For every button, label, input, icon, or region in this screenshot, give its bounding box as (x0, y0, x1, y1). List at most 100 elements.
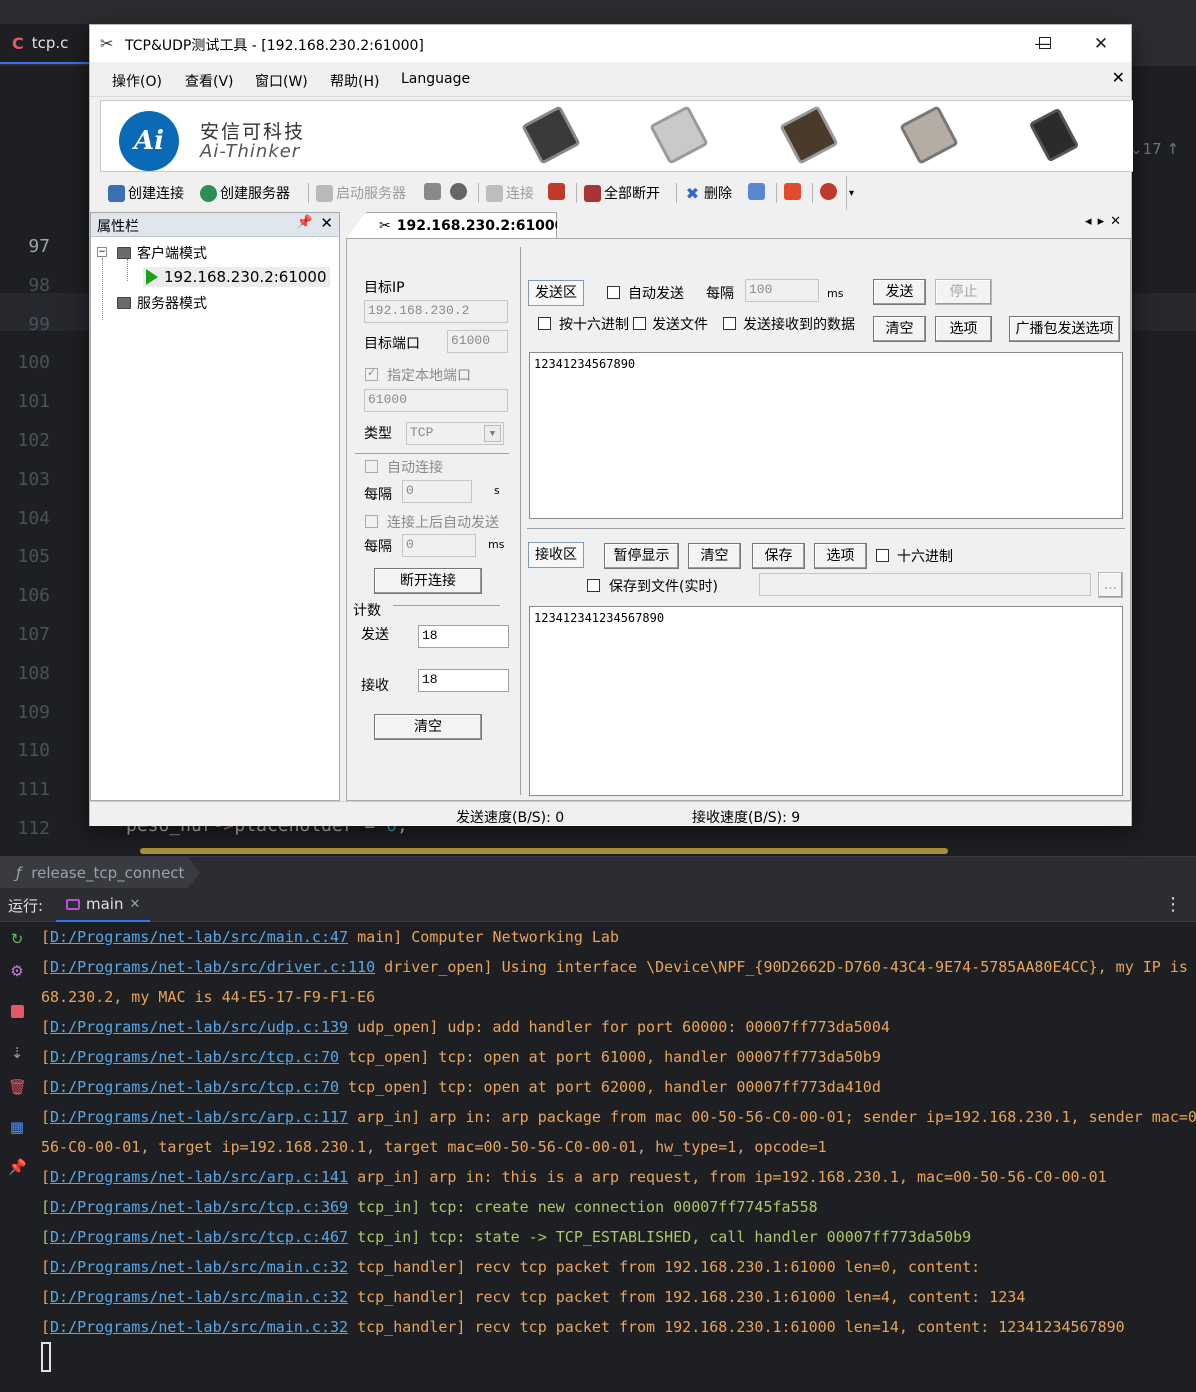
delete-all-button[interactable] (748, 183, 765, 200)
recv-textarea[interactable]: 123412341234567890 (529, 606, 1123, 796)
target-port-field[interactable]: 61000 (447, 330, 508, 353)
disconnect-all-button[interactable]: 全部断开 (584, 183, 660, 203)
auto-connect-interval-field[interactable]: 0 (402, 480, 472, 503)
connect-button[interactable]: 连接 (486, 183, 534, 203)
collapse-icon[interactable]: − (97, 247, 107, 257)
send-count-field[interactable]: 18 (418, 625, 509, 648)
save-to-file-checkbox[interactable] (587, 579, 600, 592)
close-window-button[interactable]: ✕ (1086, 31, 1116, 57)
target-ip-field[interactable]: 192.168.230.2 (364, 300, 508, 323)
local-port-field[interactable]: 61000 (364, 389, 508, 412)
run-console[interactable]: ↻ ⚙ ⇣ 🗑 ▦ 📌 [D:/Programs/net-lab/src/mai… (0, 922, 1196, 1392)
start-server-button[interactable]: 启动服务器 (316, 183, 406, 203)
source-link[interactable]: D:/Programs/net-lab/src/main.c:47 (50, 928, 348, 946)
pin-icon[interactable]: 📌 (8, 1158, 27, 1176)
send-textarea[interactable]: 12341234567890 (529, 352, 1123, 519)
rerun-icon[interactable]: ↻ (8, 930, 26, 948)
line-number[interactable]: 102 (0, 430, 60, 451)
line-number[interactable]: 107 (0, 624, 60, 645)
auto-send-interval-field[interactable]: 0 (402, 534, 476, 557)
run-tab-main[interactable]: main ✕ (56, 888, 151, 922)
auto-send-after-connect-checkbox[interactable] (365, 515, 378, 528)
source-link[interactable]: D:/Programs/net-lab/src/udp.c:139 (50, 1018, 348, 1036)
clear-count-button[interactable]: 清空 (374, 714, 482, 740)
save-file-path-field[interactable] (759, 573, 1091, 596)
hex-send-checkbox[interactable] (538, 317, 551, 330)
menu-view[interactable]: 查看(V) (185, 71, 234, 91)
tree-server-mode[interactable]: 服务器模式 (117, 293, 207, 313)
close-icon[interactable]: ✕ (320, 214, 333, 232)
source-link[interactable]: D:/Programs/net-lab/src/tcp.c:70 (50, 1078, 339, 1096)
clear-recv-button[interactable]: 清空 (688, 543, 741, 569)
disconnect-button[interactable] (548, 183, 565, 200)
power-button[interactable] (784, 183, 801, 200)
source-link[interactable]: D:/Programs/net-lab/src/tcp.c:467 (50, 1228, 348, 1246)
pin-icon[interactable]: 📌 (297, 215, 313, 230)
type-select[interactable]: TCP ▼ (406, 422, 504, 445)
line-number[interactable]: 97 (0, 236, 60, 257)
close-icon[interactable]: ✕ (129, 897, 140, 912)
tab-nav-icons[interactable]: ◂▸✕ (1085, 214, 1127, 229)
line-number[interactable]: 110 (0, 740, 60, 761)
auto-connect-checkbox[interactable] (365, 460, 378, 473)
recv-options-button[interactable]: 选项 (814, 543, 867, 569)
line-number[interactable]: 101 (0, 391, 60, 412)
line-number[interactable]: 108 (0, 663, 60, 684)
breadcrumb[interactable]: ƒ release_tcp_connect (0, 857, 200, 888)
menu-window[interactable]: 窗口(W) (255, 71, 308, 91)
input-caret[interactable] (41, 1342, 51, 1372)
line-number[interactable]: 99 (0, 314, 60, 335)
source-link[interactable]: D:/Programs/net-lab/src/arp.c:141 (50, 1168, 348, 1186)
stop-server-button[interactable] (424, 183, 441, 200)
browse-button[interactable]: ... (1098, 572, 1123, 598)
more-options-icon[interactable]: ⋮ (1164, 894, 1182, 915)
plugin-button[interactable] (820, 183, 837, 200)
line-number[interactable]: 112 (0, 818, 60, 839)
tree-client-mode[interactable]: 客户端模式 (117, 243, 207, 263)
auto-send-checkbox[interactable] (607, 286, 620, 299)
line-number[interactable]: 103 (0, 469, 60, 490)
source-link[interactable]: D:/Programs/net-lab/src/driver.c:110 (50, 958, 375, 976)
line-number[interactable]: 100 (0, 352, 60, 373)
save-button[interactable]: 保存 (752, 543, 805, 569)
send-button[interactable]: 发送 (873, 279, 926, 305)
file-tab-tcp-c[interactable]: C tcp.c (0, 24, 92, 64)
send-received-checkbox[interactable] (723, 317, 736, 330)
line-number[interactable]: 98 (0, 275, 60, 296)
hex-display-checkbox[interactable] (876, 549, 889, 562)
maximize-button[interactable] (1030, 31, 1060, 57)
scroll-to-end-icon[interactable]: ⇣ (8, 1044, 26, 1062)
source-link[interactable]: D:/Programs/net-lab/src/main.c:32 (50, 1288, 348, 1306)
pause-display-button[interactable]: 暂停显示 (604, 543, 679, 569)
horizontal-scrollbar[interactable] (140, 848, 948, 854)
title-bar[interactable]: ✂ TCP&UDP测试工具 - [192.168.230.2:61000] — … (90, 25, 1131, 62)
line-number[interactable]: 106 (0, 585, 60, 606)
tab-connection[interactable]: ✂ 192.168.230.2:61000 (346, 212, 557, 239)
menu-operate[interactable]: 操作(O) (112, 71, 162, 91)
trash-icon[interactable]: 🗑 (8, 1078, 27, 1096)
delete-button[interactable]: ✖ 删除 (684, 183, 732, 203)
stop-icon[interactable] (8, 1004, 26, 1022)
source-link[interactable]: D:/Programs/net-lab/src/tcp.c:70 (50, 1048, 339, 1066)
tree-client-connection[interactable]: 192.168.230.2:61000 (143, 267, 330, 287)
mdi-close-icon[interactable]: ✕ (1112, 68, 1125, 87)
cancel-button[interactable] (450, 183, 467, 200)
create-connection-button[interactable]: 创建连接 (108, 183, 184, 203)
source-link[interactable]: D:/Programs/net-lab/src/tcp.c:369 (50, 1198, 348, 1216)
disconnect-button[interactable]: 断开连接 (374, 568, 482, 594)
line-number[interactable]: 109 (0, 702, 60, 723)
create-server-button[interactable]: 创建服务器 (200, 183, 290, 203)
source-link[interactable]: D:/Programs/net-lab/src/arp.c:117 (50, 1108, 348, 1126)
layout-icon[interactable]: ▦ (8, 1118, 26, 1136)
source-link[interactable]: D:/Programs/net-lab/src/main.c:32 (50, 1318, 348, 1336)
recv-count-field[interactable]: 18 (418, 669, 509, 692)
line-number[interactable]: 111 (0, 779, 60, 800)
clear-send-button[interactable]: 清空 (873, 316, 926, 342)
local-port-checkbox[interactable] (365, 366, 378, 381)
toolbar-overflow-icon[interactable]: ▾ (846, 176, 854, 210)
line-number[interactable]: 105 (0, 546, 60, 567)
menu-help[interactable]: 帮助(H) (330, 71, 379, 91)
broadcast-options-button[interactable]: 广播包发送选项 (1009, 316, 1120, 342)
send-interval-field[interactable]: 100 (745, 279, 819, 302)
line-number[interactable]: 104 (0, 508, 60, 529)
